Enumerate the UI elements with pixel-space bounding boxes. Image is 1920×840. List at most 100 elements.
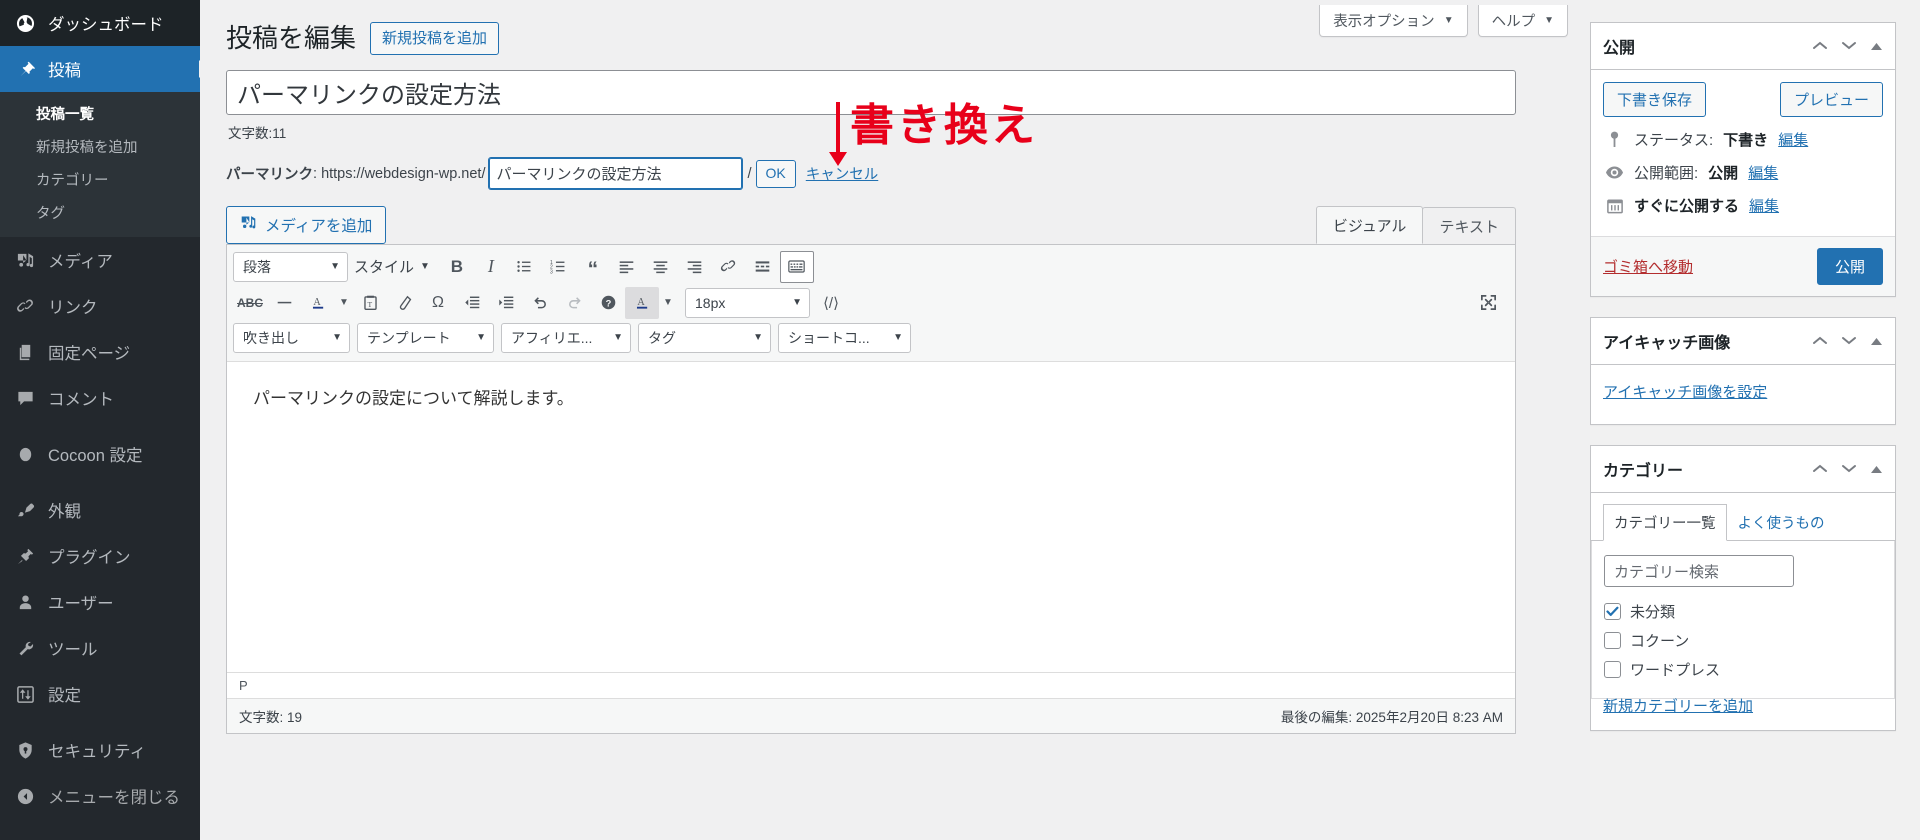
sidebar-item-users[interactable]: ユーザー	[0, 579, 200, 625]
sidebar-item-appearance[interactable]: 外観	[0, 487, 200, 533]
category-tabs: カテゴリー一覧 よく使うもの	[1591, 504, 1895, 541]
preview-button[interactable]: プレビュー	[1779, 82, 1883, 117]
bulleted-list-icon[interactable]	[508, 251, 542, 283]
edit-schedule-link[interactable]: 編集	[1749, 195, 1779, 216]
submenu-item-tags[interactable]: タグ	[0, 196, 200, 229]
category-label: コクーン	[1630, 633, 1690, 650]
category-item-wordpress[interactable]: ワードプレス	[1604, 655, 1882, 684]
publish-box-header: 公開	[1591, 23, 1895, 70]
chevron-down-icon: ▼	[1544, 15, 1554, 26]
move-down-icon[interactable]	[1841, 335, 1857, 348]
align-right-icon[interactable]	[678, 251, 712, 283]
tab-most-used[interactable]: よく使うもの	[1727, 504, 1836, 541]
help-button[interactable]: ヘルプ ▼	[1477, 5, 1568, 37]
category-item-cocoon[interactable]: コクーン	[1604, 626, 1882, 655]
bold-icon[interactable]: B	[440, 251, 474, 283]
title-char-count: 文字数:11	[228, 125, 287, 141]
source-code-icon[interactable]: ⟨/⟩	[814, 287, 848, 319]
styles-button[interactable]: スタイル ▼	[348, 256, 440, 277]
sidebar-item-comments[interactable]: コメント	[0, 375, 200, 421]
sidebar-item-posts[interactable]: 投稿	[0, 46, 208, 92]
sidebar-item-cocoon-settings[interactable]: Cocoon 設定	[0, 431, 200, 477]
checkbox-checked-icon[interactable]	[1604, 603, 1621, 620]
move-up-icon[interactable]	[1812, 463, 1828, 476]
template-select[interactable]: テンプレート ▼	[357, 322, 494, 353]
checkbox-icon[interactable]	[1604, 632, 1621, 649]
toggle-panel-icon[interactable]	[1870, 335, 1883, 348]
sidebar-item-pages[interactable]: 固定ページ	[0, 329, 200, 375]
add-media-button[interactable]: メディアを追加	[226, 205, 387, 244]
category-item-uncategorized[interactable]: 未分類	[1604, 597, 1882, 626]
chevron-down-icon[interactable]: ▼	[659, 287, 677, 319]
move-up-icon[interactable]	[1812, 40, 1828, 53]
editor-element-path: P	[227, 671, 1515, 698]
sidebar-item-dashboard[interactable]: ダッシュボード	[0, 0, 200, 46]
text-color-icon[interactable]: A	[301, 287, 335, 319]
strikethrough-icon[interactable]: ABC	[233, 287, 267, 319]
paste-as-text-icon[interactable]: T	[353, 287, 387, 319]
submenu-item-add-new[interactable]: 新規投稿を追加	[0, 130, 200, 163]
align-left-icon[interactable]	[610, 251, 644, 283]
undo-icon[interactable]	[523, 287, 557, 319]
toggle-panel-icon[interactable]	[1870, 463, 1883, 476]
set-featured-image-link[interactable]: アイキャッチ画像を設定	[1603, 384, 1767, 401]
sidebar-item-tools[interactable]: ツール	[0, 625, 200, 671]
increase-indent-icon[interactable]	[489, 287, 523, 319]
numbered-list-icon[interactable]: 123	[542, 251, 576, 283]
italic-icon[interactable]: I	[474, 251, 508, 283]
font-size-select[interactable]: 18px ▼	[685, 287, 810, 318]
sidebar-item-settings[interactable]: 設定	[0, 671, 200, 717]
toolbar-toggle-icon[interactable]	[779, 250, 814, 283]
add-new-post-button[interactable]: 新規投稿を追加	[370, 22, 500, 56]
publish-button[interactable]: 公開	[1816, 248, 1883, 285]
tag-select[interactable]: タグ ▼	[638, 322, 771, 353]
move-down-icon[interactable]	[1841, 463, 1857, 476]
move-down-icon[interactable]	[1841, 40, 1857, 53]
align-center-icon[interactable]	[644, 251, 678, 283]
screen-options-button[interactable]: 表示オプション ▼	[1319, 5, 1468, 37]
editor-content-area[interactable]: パーマリンクの設定について解説します。	[227, 361, 1515, 672]
help-icon[interactable]: ?	[591, 287, 625, 319]
post-title-input[interactable]: パーマリンクの設定方法	[226, 69, 1516, 115]
link-icon[interactable]	[712, 251, 746, 283]
tab-all-categories[interactable]: カテゴリー一覧	[1603, 504, 1727, 541]
add-new-category-link[interactable]: 新規カテゴリーを追加	[1603, 685, 1883, 716]
save-draft-button[interactable]: 下書き保存	[1603, 82, 1707, 117]
sidebar-item-media[interactable]: メディア	[0, 237, 200, 283]
background-color-icon[interactable]: A	[625, 286, 659, 319]
format-select[interactable]: 段落 ▼	[233, 251, 348, 282]
submenu-item-categories[interactable]: カテゴリー	[0, 163, 200, 196]
move-up-icon[interactable]	[1812, 335, 1828, 348]
checkbox-icon[interactable]	[1604, 661, 1621, 678]
affiliate-select[interactable]: アフィリエ... ▼	[501, 322, 631, 353]
redo-icon[interactable]	[557, 287, 591, 319]
svg-text:A: A	[637, 297, 645, 308]
move-to-trash-link[interactable]: ゴミ箱へ移動	[1603, 256, 1693, 277]
balloon-select[interactable]: 吹き出し ▼	[233, 322, 350, 353]
category-search-input[interactable]: カテゴリー検索	[1604, 555, 1794, 587]
sidebar-item-plugins[interactable]: プラグイン	[0, 533, 200, 579]
edit-visibility-link[interactable]: 編集	[1748, 162, 1778, 183]
tab-visual[interactable]: ビジュアル	[1315, 205, 1424, 244]
tab-text[interactable]: テキスト	[1422, 206, 1516, 244]
clear-formatting-icon[interactable]	[387, 287, 421, 319]
fullscreen-icon[interactable]	[1471, 287, 1505, 319]
sidebar-item-security[interactable]: セキュリティ	[0, 727, 200, 773]
decrease-indent-icon[interactable]	[455, 287, 489, 319]
blockquote-icon[interactable]: “	[576, 251, 610, 283]
submenu-item-all-posts[interactable]: 投稿一覧	[0, 97, 200, 130]
permalink-ok-button[interactable]: OK	[755, 160, 796, 188]
horizontal-rule-icon[interactable]	[267, 287, 301, 319]
permalink-cancel-link[interactable]: キャンセル	[806, 163, 879, 184]
chevron-down-icon[interactable]: ▼	[335, 287, 353, 319]
featured-image-header: アイキャッチ画像	[1591, 318, 1895, 365]
sidebar-item-label: メニューを閉じる	[48, 789, 180, 807]
edit-status-link[interactable]: 編集	[1778, 129, 1808, 150]
permalink-slug-input[interactable]: パーマリンクの設定方法	[487, 157, 743, 191]
more-tag-icon[interactable]	[746, 251, 780, 283]
sidebar-item-collapse-menu[interactable]: メニューを閉じる	[0, 773, 200, 819]
sidebar-item-links[interactable]: リンク	[0, 283, 200, 329]
shortcode-select[interactable]: ショートコ... ▼	[778, 322, 911, 353]
toggle-panel-icon[interactable]	[1870, 40, 1883, 53]
special-character-icon[interactable]: Ω	[421, 287, 455, 319]
